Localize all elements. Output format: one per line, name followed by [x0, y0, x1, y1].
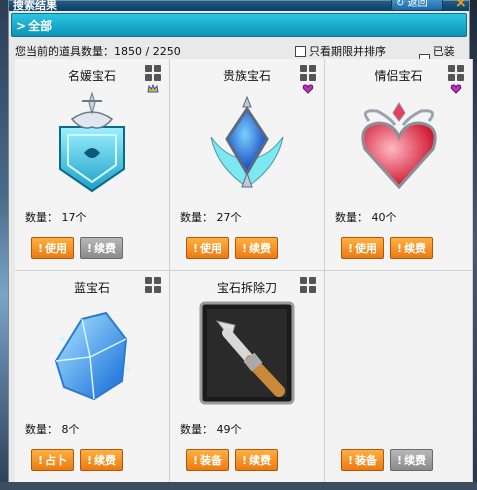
item-quantity: 数量： 49个: [180, 423, 242, 436]
exclamation-icon: !: [397, 453, 403, 467]
detail-grid-icon[interactable]: [145, 277, 161, 293]
use-button[interactable]: ! 使用: [31, 237, 75, 259]
crown-badge-icon: [147, 83, 159, 98]
expire-filter-label: 只看期限并排序: [309, 45, 386, 58]
divine-button[interactable]: ! 占卜: [31, 449, 75, 471]
gem-image: [42, 299, 142, 409]
equip-button[interactable]: ! 装备: [341, 449, 385, 471]
exclamation-icon: !: [87, 241, 93, 255]
exclamation-icon: !: [193, 453, 199, 467]
use-button-label: 使用: [355, 242, 378, 255]
equip-button-label: 装备: [355, 454, 378, 467]
exclamation-icon: !: [348, 241, 354, 255]
renew-button-label: 续费: [249, 242, 272, 255]
category-tab-bar: > 全部: [11, 13, 467, 37]
item-actions: ! 使用 ! 续费: [31, 237, 124, 259]
item-card[interactable]: 贵族宝石 数量： 27个 ! 使用 ! 续费: [170, 59, 325, 271]
tab-all[interactable]: > 全部: [16, 17, 52, 34]
item-card[interactable]: 名媛宝石 数量： 17个 ! 使用 ! 续费: [15, 59, 170, 271]
use-button-label: 使用: [45, 242, 68, 255]
renew-button[interactable]: ! 续费: [390, 237, 434, 259]
info-bar: 您当前的道具数量：1850 / 2250 只看期限并排序 已装备: [13, 41, 465, 74]
divine-button-label: 占卜: [45, 454, 68, 467]
item-actions: ! 占卜 ! 续费: [31, 449, 124, 471]
item-card-empty: ! 装备 ! 续费: [325, 271, 473, 483]
detail-grid-icon[interactable]: [300, 65, 316, 81]
item-quantity: 数量： 40个: [335, 211, 397, 224]
item-actions: ! 装备 ! 续费: [186, 449, 279, 471]
detail-grid-icon[interactable]: [300, 277, 316, 293]
expire-filter-checkbox[interactable]: [295, 45, 306, 57]
exclamation-icon: !: [38, 241, 44, 255]
back-label: 返回: [407, 0, 428, 9]
item-count-value: 1850 / 2250: [114, 45, 181, 58]
renew-button-label: 续费: [404, 242, 427, 255]
equip-button[interactable]: ! 装备: [186, 449, 230, 471]
item-card[interactable]: 情侣宝石 数量： 40个 ! 使用 ! 续费: [325, 59, 473, 271]
renew-button-label: 续费: [249, 454, 272, 467]
use-button-label: 使用: [200, 242, 223, 255]
detail-grid-icon[interactable]: [145, 65, 161, 81]
exclamation-icon: !: [242, 453, 248, 467]
item-grid: 名媛宝石 数量： 17个 ! 使用 ! 续费 贵族宝石 数量： 27个 ! 使用…: [15, 59, 473, 484]
back-button[interactable]: ↻ 返回: [391, 0, 443, 11]
chevron-right-icon: >: [16, 19, 27, 33]
tab-all-label: 全部: [28, 19, 53, 33]
item-quantity: 数量： 17个: [25, 211, 87, 224]
renew-button[interactable]: ! 续费: [390, 449, 434, 471]
item-count-label: 您当前的道具数量：: [15, 45, 114, 58]
heart-badge-icon: [302, 83, 314, 98]
expire-filter-option[interactable]: 只看期限并排序: [295, 43, 386, 59]
gem-image: [349, 87, 449, 197]
renew-button-label: 续费: [404, 454, 427, 467]
item-actions: ! 使用 ! 续费: [186, 237, 279, 259]
close-button[interactable]: ×: [455, 0, 471, 11]
bottom-game-bar: [0, 482, 477, 490]
gem-image: [42, 87, 142, 197]
renew-button-label: 续费: [94, 242, 117, 255]
equip-button-label: 装备: [200, 454, 223, 467]
item-quantity: 数量： 8个: [25, 423, 80, 436]
exclamation-icon: !: [348, 453, 354, 467]
window-title: 搜索结果: [13, 0, 57, 12]
exclamation-icon: !: [193, 241, 199, 255]
renew-button[interactable]: ! 续费: [235, 237, 279, 259]
back-arrow-icon: ↻: [396, 0, 405, 9]
renew-button[interactable]: ! 续费: [80, 237, 124, 259]
exclamation-icon: !: [242, 241, 248, 255]
search-results-window: 搜索结果 ↻ 返回 × > 全部 您当前的道具数量：1850 / 2250 只看期…: [8, 0, 473, 490]
knife-image: [197, 299, 297, 409]
use-button[interactable]: ! 使用: [341, 237, 385, 259]
heart-badge-icon: [450, 83, 462, 98]
renew-button-label: 续费: [94, 454, 117, 467]
exclamation-icon: !: [87, 453, 93, 467]
item-quantity: 数量： 27个: [180, 211, 242, 224]
exclamation-icon: !: [397, 241, 403, 255]
item-card[interactable]: 蓝宝石 数量： 8个 ! 占卜 ! 续费: [15, 271, 170, 483]
item-actions: ! 使用 ! 续费: [341, 237, 434, 259]
renew-button[interactable]: ! 续费: [235, 449, 279, 471]
gem-image: [197, 87, 297, 197]
title-bar: 搜索结果 ↻ 返回 ×: [9, 0, 471, 12]
use-button[interactable]: ! 使用: [186, 237, 230, 259]
item-actions: ! 装备 ! 续费: [341, 449, 434, 471]
item-count: 您当前的道具数量：1850 / 2250: [15, 43, 181, 59]
item-card[interactable]: 宝石拆除刀 数量： 49个 ! 装备 ! 续费: [170, 271, 325, 483]
exclamation-icon: !: [38, 453, 44, 467]
detail-grid-icon[interactable]: [448, 65, 464, 81]
renew-button[interactable]: ! 续费: [80, 449, 124, 471]
close-icon: ×: [455, 0, 467, 11]
